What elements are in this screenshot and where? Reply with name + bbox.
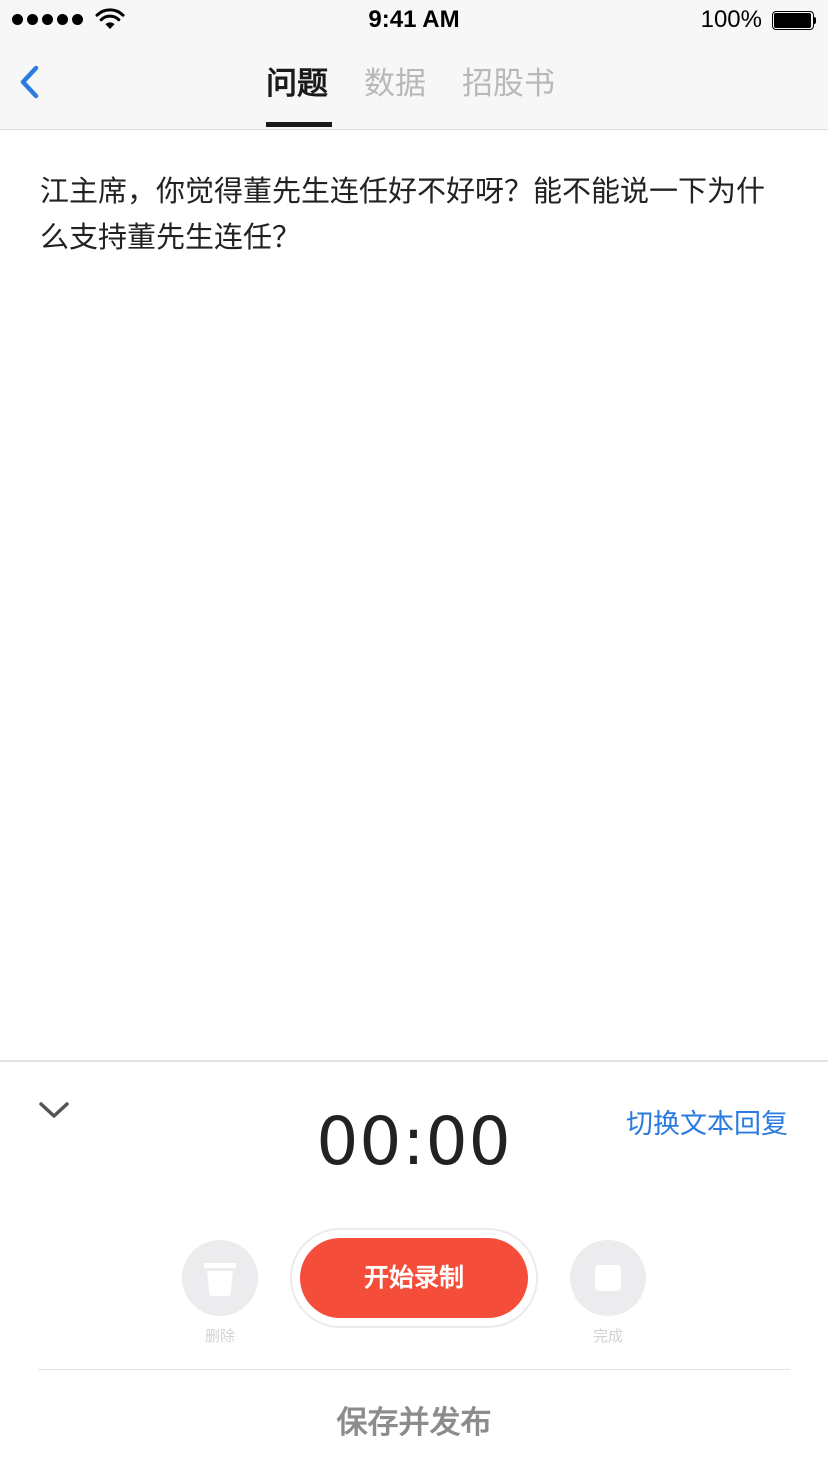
battery-icon [772,11,816,30]
navigation-bar: 9:41 AM 100% 问题 数据 招股书 [0,0,828,130]
tab-prospectus[interactable]: 招股书 [462,64,555,104]
delete-button[interactable] [182,1240,258,1316]
stop-icon [595,1265,621,1291]
tab-question[interactable]: 问题 [266,64,328,104]
done-label: 完成 [592,1327,623,1345]
delete-label: 删除 [204,1327,235,1345]
switch-to-text-reply-link[interactable]: 切换文本回复 [626,1102,788,1141]
trash-icon [204,1263,236,1296]
done-button[interactable] [570,1240,646,1316]
tab-bar: 问题 数据 招股书 [0,60,828,129]
status-bar: 9:41 AM 100% [0,0,828,40]
footer-divider [38,1369,790,1370]
start-recording-button[interactable]: 开始录制 [300,1238,528,1318]
active-tab-indicator [266,122,332,127]
tab-data[interactable]: 数据 [364,64,426,104]
save-and-publish-button[interactable]: 保存并发布 [0,1397,828,1442]
panel-divider [0,1060,828,1062]
question-text: 江主席，你觉得董先生连任好不好呀？能不能说一下为什么支持董先生连任？ [40,174,766,254]
battery-percentage: 100% [700,6,762,33]
